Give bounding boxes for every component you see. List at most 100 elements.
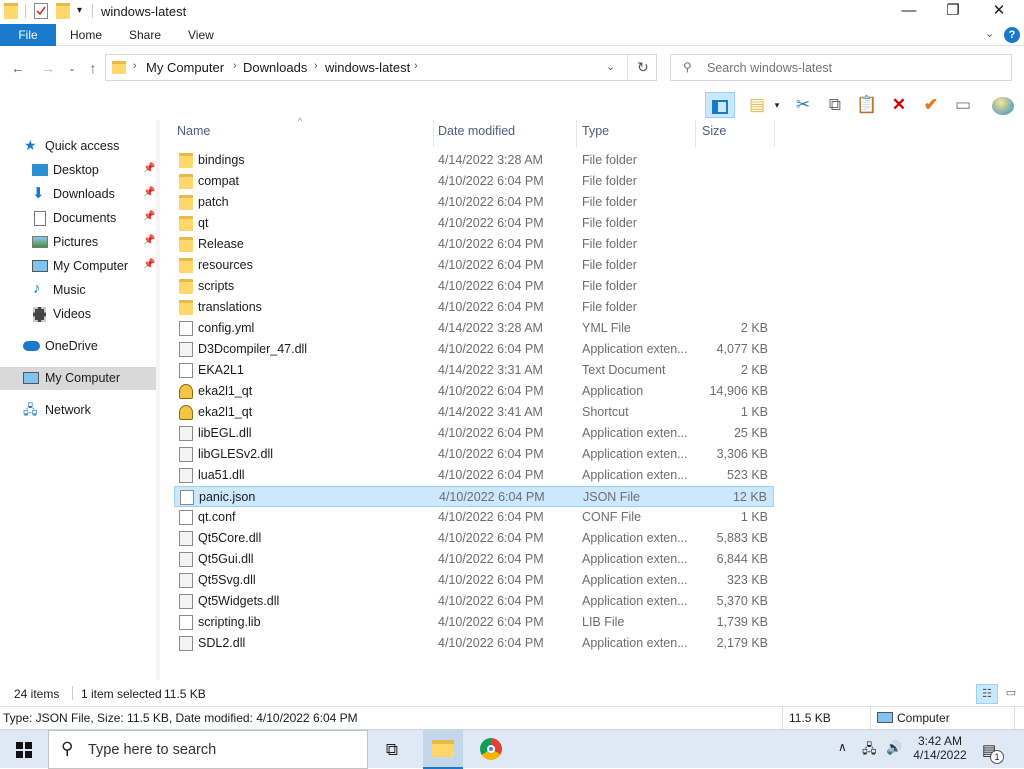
sidebar-item-network[interactable]: 🖧 Network	[0, 399, 156, 422]
address-bar[interactable]: › My Computer › Downloads › windows-late…	[105, 54, 657, 81]
file-row[interactable]: qt.conf 4/10/2022 6:04 PM CONF File 1 KB	[174, 507, 774, 528]
folder-icon	[179, 153, 193, 168]
sidebar-item-onedrive[interactable]: OneDrive	[0, 335, 156, 358]
properties-button[interactable]: ▤	[744, 92, 770, 118]
chrome-taskbar-button[interactable]	[471, 730, 511, 769]
file-row[interactable]: EKA2L1 4/14/2022 3:31 AM Text Document 2 KB	[174, 360, 774, 381]
details-view-button[interactable]: ☷	[976, 684, 998, 704]
tab-share[interactable]: Share	[129, 24, 161, 46]
shell-button[interactable]	[990, 92, 1016, 118]
pin-icon[interactable]: 📌	[143, 211, 155, 222]
maximize-button[interactable]: ❐	[930, 0, 976, 24]
sidebar-item-documents[interactable]: Documents 📌	[0, 207, 156, 230]
pin-icon[interactable]: 📌	[143, 163, 155, 174]
file-row[interactable]: Qt5Svg.dll 4/10/2022 6:04 PM Application e…	[174, 570, 774, 591]
separator	[1014, 707, 1015, 729]
preview-pane-button[interactable]	[705, 92, 735, 118]
rename-button[interactable]: ▭	[950, 92, 976, 118]
file-row[interactable]: panic.json 4/10/2022 6:04 PM JSON File 12 K…	[174, 486, 774, 507]
sidebar-item-downloads[interactable]: ⬇ Downloads 📌	[0, 183, 156, 206]
sidebar-item-pictures[interactable]: Pictures 📌	[0, 231, 156, 254]
tab-file[interactable]: File	[0, 24, 56, 46]
file-row[interactable]: libGLESv2.dll 4/10/2022 6:04 PM Applicatio…	[174, 444, 774, 465]
breadcrumb-my-computer[interactable]: My Computer	[146, 60, 224, 75]
sidebar-item-quick-access[interactable]: ★ Quick access	[0, 135, 156, 158]
file-row[interactable]: Qt5Core.dll 4/10/2022 6:04 PM Application …	[174, 528, 774, 549]
large-icons-view-button[interactable]: ▭	[1000, 684, 1022, 704]
properties-dropdown[interactable]: ▾	[771, 92, 783, 118]
breadcrumb-separator[interactable]: ›	[414, 60, 418, 72]
file-explorer-taskbar-button[interactable]	[423, 730, 463, 769]
action-center-button[interactable]: ▤ 1	[980, 738, 1004, 764]
cut-button[interactable]: ✂	[790, 92, 816, 118]
sidebar-item-videos[interactable]: Videos	[0, 303, 156, 326]
new-folder-icon[interactable]	[56, 3, 70, 19]
column-header-type[interactable]: Type	[577, 120, 695, 146]
sidebar-item-my-computer[interactable]: My Computer 📌	[0, 255, 156, 278]
address-dropdown-icon[interactable]: ⌄	[606, 60, 615, 73]
file-row[interactable]: scripts 4/10/2022 6:04 PM File folder	[174, 276, 774, 297]
expand-ribbon-icon[interactable]: ⌄	[985, 27, 994, 40]
column-header-size[interactable]: Size	[696, 120, 774, 146]
file-name: Qt5Widgets.dll	[198, 594, 280, 608]
start-button[interactable]	[0, 730, 48, 769]
customize-quick-access-icon[interactable]: ▾	[77, 5, 82, 16]
sidebar-item-this-pc[interactable]: My Computer	[0, 367, 156, 390]
refresh-icon[interactable]: ↻	[637, 59, 649, 76]
file-row[interactable]: translations 4/10/2022 6:04 PM File folder	[174, 297, 774, 318]
select-button[interactable]: ✔	[918, 92, 944, 118]
breadcrumb-separator[interactable]: ›	[233, 60, 237, 72]
column-header-date[interactable]: Date modified	[434, 120, 576, 146]
pin-icon[interactable]: 📌	[143, 235, 155, 246]
help-icon[interactable]: ?	[1004, 27, 1020, 43]
copy-button[interactable]: ⧉	[822, 92, 848, 118]
breadcrumb-separator[interactable]: ›	[133, 60, 137, 72]
file-row[interactable]: libEGL.dll 4/10/2022 6:04 PM Application e…	[174, 423, 774, 444]
clock[interactable]: 3:42 AM 4/14/2022	[908, 732, 972, 767]
file-row[interactable]: SDL2.dll 4/10/2022 6:04 PM Application ext…	[174, 633, 774, 654]
file-row[interactable]: Release 4/10/2022 6:04 PM File folder	[174, 234, 774, 255]
file-row[interactable]: eka2l1_qt 4/14/2022 3:41 AM Shortcut 1 KB	[174, 402, 774, 423]
taskbar-search[interactable]: ⚲ Type here to search	[48, 730, 368, 769]
minimize-button[interactable]: —	[886, 0, 932, 24]
file-row[interactable]: eka2l1_qt 4/10/2022 6:04 PM Application 14,…	[174, 381, 774, 402]
close-button[interactable]: ✕	[976, 0, 1022, 24]
file-row[interactable]: config.yml 4/14/2022 3:28 AM YML File 2 KB	[174, 318, 774, 339]
file-row[interactable]: Qt5Gui.dll 4/10/2022 6:04 PM Application e…	[174, 549, 774, 570]
properties-icon[interactable]	[34, 3, 48, 19]
file-row[interactable]: resources 4/10/2022 6:04 PM File folder	[174, 255, 774, 276]
breadcrumb-downloads[interactable]: Downloads	[243, 60, 307, 75]
file-date-modified: 4/10/2022 6:04 PM	[438, 384, 544, 398]
file-row[interactable]: compat 4/10/2022 6:04 PM File folder	[174, 171, 774, 192]
file-row[interactable]: Qt5Widgets.dll 4/10/2022 6:04 PM Applicati…	[174, 591, 774, 612]
up-button[interactable]: ↑	[83, 58, 103, 78]
breadcrumb-separator[interactable]: ›	[314, 60, 318, 72]
sidebar-item-desktop[interactable]: Desktop 📌	[0, 159, 156, 182]
volume-icon[interactable]: 🔊	[886, 740, 902, 756]
forward-button[interactable]: →	[38, 58, 58, 78]
task-view-button[interactable]: ⧉	[376, 730, 408, 769]
delete-button[interactable]: ✕	[886, 92, 912, 118]
column-header-name[interactable]: Name ^	[174, 116, 434, 146]
pin-icon[interactable]: 📌	[143, 259, 155, 270]
recent-locations-button[interactable]: ⌄	[62, 58, 82, 78]
column-divider[interactable]	[774, 120, 775, 147]
paste-button[interactable]: 📋	[854, 92, 880, 118]
search-box[interactable]: ⚲	[670, 54, 1012, 81]
tab-view[interactable]: View	[188, 24, 214, 46]
file-row[interactable]: bindings 4/14/2022 3:28 AM File folder	[174, 150, 774, 171]
back-button[interactable]: ←	[8, 58, 28, 78]
network-tray-icon[interactable]: 🖧	[862, 740, 877, 762]
sidebar-item-music[interactable]: ♪ Music	[0, 279, 156, 302]
file-name: eka2l1_qt	[198, 405, 253, 419]
file-row[interactable]: qt 4/10/2022 6:04 PM File folder	[174, 213, 774, 234]
pin-icon[interactable]: 📌	[143, 187, 155, 198]
search-input[interactable]	[707, 59, 997, 76]
file-row[interactable]: patch 4/10/2022 6:04 PM File folder	[174, 192, 774, 213]
file-row[interactable]: scripting.lib 4/10/2022 6:04 PM LIB File 1,…	[174, 612, 774, 633]
file-row[interactable]: D3Dcompiler_47.dll 4/10/2022 6:04 PM Appli…	[174, 339, 774, 360]
file-row[interactable]: lua51.dll 4/10/2022 6:04 PM Application ex…	[174, 465, 774, 486]
show-hidden-icons-button[interactable]: ∧	[838, 740, 847, 754]
tab-home[interactable]: Home	[70, 24, 102, 46]
breadcrumb-windows-latest[interactable]: windows-latest	[325, 60, 410, 75]
